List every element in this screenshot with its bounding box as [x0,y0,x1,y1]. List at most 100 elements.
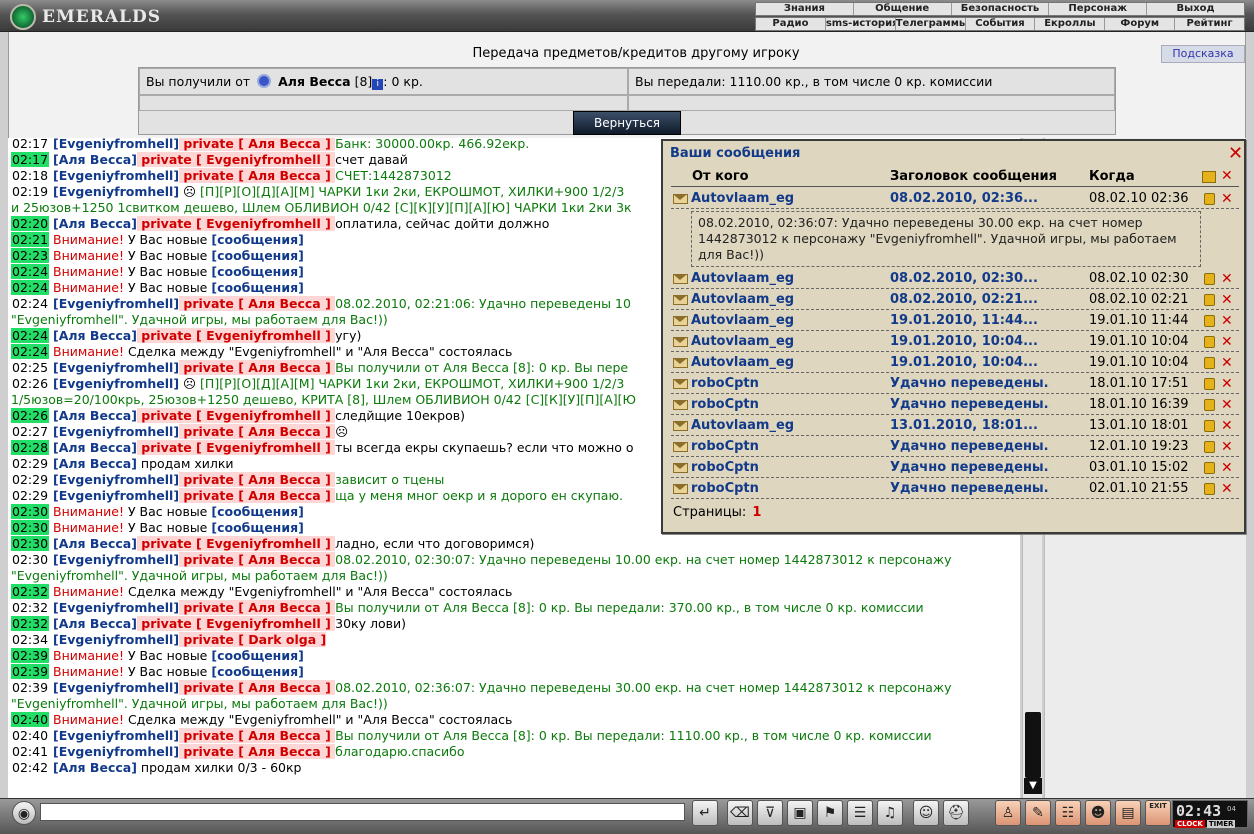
logo[interactable]: EMERALDS [10,2,180,32]
chat-nick[interactable]: [Аля Весса] [53,152,137,167]
message-from[interactable]: roboCptn [691,395,759,415]
chat-nick[interactable]: [Evgeniyfromhell] [53,472,179,487]
chat-private-tag[interactable]: private [ Dark olga ] [179,632,327,647]
message-from[interactable]: roboCptn [691,374,759,394]
message-subject[interactable]: 19.01.2010, 11:44... [890,311,1050,331]
exit-icon[interactable]: EXIT [1145,800,1171,826]
chat-private-tag[interactable]: private [ Evgeniyfromhell ] [136,152,336,167]
chat-nick[interactable]: [Evgeniyfromhell] [53,424,179,439]
info-icon[interactable]: i [372,79,384,90]
chat-time[interactable]: 02:34 [11,632,49,647]
delete-icon[interactable]: ✕ [1221,437,1233,457]
message-from[interactable]: roboCptn [691,458,759,478]
message-row[interactable]: Autovlaam_eg 13.01.2010, 18:01... 13.01.10… [671,416,1239,436]
chat-nick[interactable]: [Аля Весса] [53,216,137,231]
smile-list-icon[interactable]: ☰ [847,800,873,826]
message-subject[interactable]: 08.02.2010, 02:30... [890,269,1050,289]
lock-icon[interactable] [1204,399,1215,411]
delete-icon[interactable]: ✕ [1221,416,1233,436]
delete-icon[interactable]: ✕ [1221,332,1233,352]
message-from[interactable]: Autovlaam_eg [691,189,794,209]
messages-link[interactable]: [сообщения] [211,504,303,519]
delete-icon[interactable]: ✕ [1221,395,1233,415]
chat-nick[interactable]: [Evgeniyfromhell] [53,168,179,183]
message-row[interactable]: Autovlaam_eg 19.01.2010, 10:04... 19.01.10… [671,353,1239,373]
chat-time[interactable]: 02:30 [11,504,50,519]
chat-private-tag[interactable]: private [ Аля Весса ] [179,488,336,503]
delete-icon[interactable]: ✕ [1221,479,1233,499]
chat-time[interactable]: 02:40 [11,728,49,743]
message-subject[interactable]: Удачно переведены... [890,374,1050,394]
chat-time[interactable]: 02:24 [11,280,50,295]
chat-private-tag[interactable]: private [ Аля Весса ] [179,552,336,567]
chat-private-tag[interactable]: private [ Аля Весса ] [179,600,336,615]
chat-private-tag[interactable]: private [ Аля Весса ] [179,424,336,439]
chat-private-tag[interactable]: private [ Аля Весса ] [179,168,336,183]
chat-mode-icon[interactable]: ◉ [12,801,36,825]
lock-icon[interactable] [1204,315,1215,327]
chat-private-tag[interactable]: private [ Аля Весса ] [179,360,336,375]
timer-tab[interactable]: TIMER [1206,820,1236,828]
message-from[interactable]: roboCptn [691,437,759,457]
top-submenu-item-5[interactable]: Форум [1105,18,1176,30]
chat-time[interactable]: 02:41 [11,744,49,759]
delete-icon[interactable]: ✕ [1221,458,1233,478]
top-submenu-item-6[interactable]: Рейтинг [1175,18,1244,30]
chat-nick[interactable]: [Evgeniyfromhell] [53,744,179,759]
lock-icon[interactable] [1204,420,1215,432]
chat-nick[interactable]: [Аля Весса] [53,408,137,423]
chat-time[interactable]: 02:26 [11,376,49,391]
message-row[interactable]: Autovlaam_eg 08.02.2010, 02:36... 08.02.10… [671,189,1239,209]
chat-time[interactable]: 02:24 [11,296,49,311]
top-submenu-item-2[interactable]: Телеграммы [896,18,966,30]
messages-link[interactable]: [сообщения] [211,264,303,279]
chat-time[interactable]: 02:32 [11,616,50,631]
top-menu-item-1[interactable]: Общение [854,3,952,15]
top-submenu-item-3[interactable]: События [966,18,1036,30]
chat-nick[interactable]: [Аля Весса] [53,328,137,343]
message-from[interactable]: Autovlaam_eg [691,353,794,373]
message-row[interactable]: Autovlaam_eg 08.02.2010, 02:30... 08.02.10… [671,269,1239,289]
message-subject[interactable]: 19.01.2010, 10:04... [890,353,1050,373]
chat-time[interactable]: 02:17 [11,152,50,167]
delete-icon[interactable]: ✕ [1221,353,1233,373]
chat-time[interactable]: 02:26 [11,408,50,423]
chat-nick[interactable]: [Evgeniyfromhell] [53,600,179,615]
lock-icon[interactable] [1204,441,1215,453]
lock-icon[interactable] [1204,294,1215,306]
delete-icon[interactable]: ✕ [1221,311,1233,331]
enter-icon[interactable]: ↵ [692,800,718,826]
top-menu-item-4[interactable]: Выход [1147,3,1244,15]
chat-time[interactable]: 02:18 [11,168,49,183]
run-icon[interactable]: ⚑ [817,800,843,826]
message-row[interactable]: roboCptn Удачно переведены... 03.01.10 15:… [671,458,1239,478]
message-row[interactable]: Autovlaam_eg 19.01.2010, 10:04... 19.01.10… [671,332,1239,352]
scroll-icon[interactable]: ✎ [1025,800,1051,826]
message-subject[interactable]: Удачно переведены... [890,458,1050,478]
chat-time[interactable]: 02:24 [11,344,50,359]
delete-all-icon[interactable]: ✕ [1221,168,1233,184]
chat-nick[interactable]: [Evgeniyfromhell] [53,728,179,743]
chat-time[interactable]: 02:39 [11,648,50,663]
message-from[interactable]: Autovlaam_eg [691,416,794,436]
hint-button[interactable]: Подсказка [1161,45,1245,63]
chat-time[interactable]: 02:29 [11,472,49,487]
chat-nick[interactable]: [Evgeniyfromhell] [53,488,179,503]
chat-time[interactable]: 02:20 [11,216,50,231]
filter-icon[interactable]: ⊽ [757,800,783,826]
chat-private-tag[interactable]: private [ Evgeniyfromhell ] [136,440,336,455]
delete-icon[interactable]: ✕ [1221,269,1233,289]
top-submenu-item-0[interactable]: Радио [756,18,826,30]
chat-nick[interactable]: [Аля Весса] [53,616,137,631]
chat-time[interactable]: 02:19 [11,184,49,199]
chat-time[interactable]: 02:29 [11,488,49,503]
chat-nick[interactable]: [Аля Весса] [53,536,137,551]
message-from[interactable]: Autovlaam_eg [691,311,794,331]
chat-private-tag[interactable]: private [ Аля Весса ] [179,296,336,311]
chat-nick[interactable]: [Evgeniyfromhell] [53,360,179,375]
message-subject[interactable]: 08.02.2010, 02:21... [890,290,1050,310]
clock-tab[interactable]: CLOCK [1175,820,1205,828]
lock-icon[interactable] [1204,378,1215,390]
messages-link[interactable]: [сообщения] [211,520,303,535]
chat-private-tag[interactable]: private [ Evgeniyfromhell ] [136,408,336,423]
